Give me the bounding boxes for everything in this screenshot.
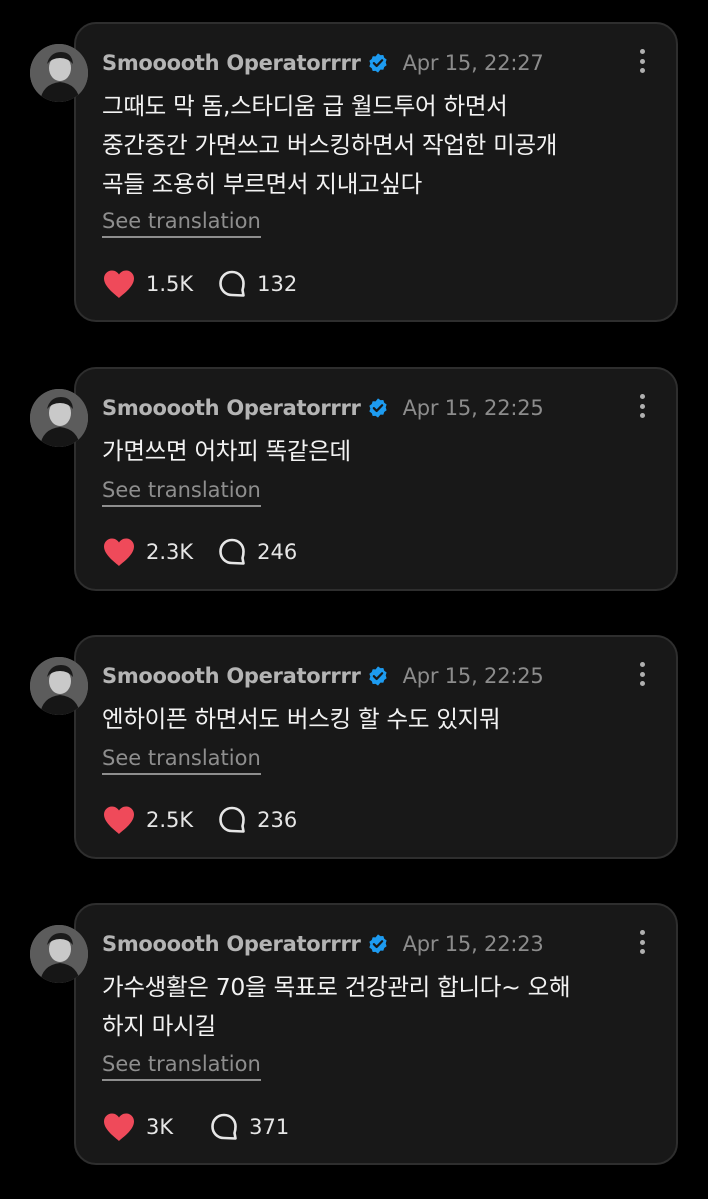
- verified-badge-icon: [368, 398, 387, 418]
- like-button[interactable]: 2.3K: [102, 537, 193, 567]
- see-translation-link[interactable]: See translation: [102, 1051, 261, 1081]
- avatar[interactable]: [30, 44, 88, 102]
- author-name[interactable]: Smooooth Operatorrrr: [102, 664, 361, 688]
- comment-icon: [219, 538, 245, 565]
- reply-button[interactable]: 132: [217, 269, 297, 299]
- heart-icon: [104, 538, 134, 566]
- author-name[interactable]: Smooooth Operatorrrr: [102, 396, 361, 420]
- author-name[interactable]: Smooooth Operatorrrr: [102, 51, 361, 75]
- post-actions: 2.5K 236: [102, 802, 297, 838]
- like-button[interactable]: 3K: [102, 1112, 173, 1142]
- post-timestamp: Apr 15, 22:27: [402, 51, 544, 75]
- post-text: 가면쓰면 어차피 똑같은데: [102, 437, 351, 465]
- post-text: 그때도 막 돔,스타디움 급 월드투어 하면서 중간중간 가면쓰고 버스킹하면서…: [102, 92, 558, 198]
- post-card[interactable]: Smooooth Operatorrrr Apr 15, 22:25 가면쓰면 …: [30, 367, 678, 591]
- like-count: 2.5K: [146, 808, 194, 832]
- post-text: 엔하이픈 하면서도 버스킹 할 수도 있지뭐: [102, 705, 501, 733]
- reply-count: 236: [257, 808, 298, 832]
- verified-badge-icon: [368, 934, 387, 954]
- reply-button[interactable]: 236: [217, 805, 297, 835]
- heart-icon: [104, 1113, 134, 1141]
- like-button[interactable]: 2.5K: [102, 805, 193, 835]
- post-card[interactable]: Smooooth Operatorrrr Apr 15, 22:27 그때도 막…: [30, 22, 678, 322]
- like-count: 2.3K: [146, 540, 194, 564]
- reply-count: 246: [257, 540, 298, 564]
- post-header: Smooooth Operatorrrr Apr 15, 22:25: [102, 389, 544, 427]
- comment-icon: [219, 806, 245, 833]
- heart-icon: [104, 270, 134, 298]
- see-translation-link[interactable]: See translation: [102, 477, 261, 507]
- more-options-icon[interactable]: [638, 49, 646, 73]
- post-timestamp: Apr 15, 22:23: [402, 932, 544, 956]
- verified-badge-icon: [368, 53, 387, 73]
- reply-count: 132: [257, 272, 298, 296]
- post-card[interactable]: Smooooth Operatorrrr Apr 15, 22:23 가수생활은…: [30, 903, 678, 1165]
- more-options-icon[interactable]: [638, 930, 646, 954]
- post-timestamp: Apr 15, 22:25: [402, 396, 544, 420]
- comment-icon: [219, 270, 245, 297]
- like-count: 1.5K: [146, 272, 194, 296]
- post-card[interactable]: Smooooth Operatorrrr Apr 15, 22:25 엔하이픈 …: [30, 635, 678, 859]
- avatar[interactable]: [30, 657, 88, 715]
- verified-badge-icon: [368, 666, 387, 686]
- heart-icon: [104, 806, 134, 834]
- more-options-icon[interactable]: [638, 662, 646, 686]
- reply-button[interactable]: 371: [209, 1112, 289, 1142]
- see-translation-link[interactable]: See translation: [102, 745, 261, 775]
- avatar[interactable]: [30, 925, 88, 983]
- post-header: Smooooth Operatorrrr Apr 15, 22:23: [102, 925, 544, 963]
- post-timestamp: Apr 15, 22:25: [402, 664, 544, 688]
- post-actions: 1.5K 132: [102, 266, 297, 302]
- avatar[interactable]: [30, 389, 88, 447]
- more-options-icon[interactable]: [638, 394, 646, 418]
- reply-button[interactable]: 246: [217, 537, 297, 567]
- reply-count: 371: [249, 1115, 290, 1139]
- comment-icon: [211, 1113, 237, 1140]
- post-actions: 2.3K 246: [102, 534, 297, 570]
- post-header: Smooooth Operatorrrr Apr 15, 22:25: [102, 657, 544, 695]
- post-header: Smooooth Operatorrrr Apr 15, 22:27: [102, 44, 544, 82]
- post-actions: 3K 371: [102, 1109, 289, 1145]
- like-count: 3K: [146, 1115, 174, 1139]
- see-translation-link[interactable]: See translation: [102, 208, 261, 238]
- author-name[interactable]: Smooooth Operatorrrr: [102, 932, 361, 956]
- post-text: 가수생활은 70을 목표로 건강관리 합니다~ 오해 하지 마시길: [102, 973, 571, 1040]
- like-button[interactable]: 1.5K: [102, 269, 193, 299]
